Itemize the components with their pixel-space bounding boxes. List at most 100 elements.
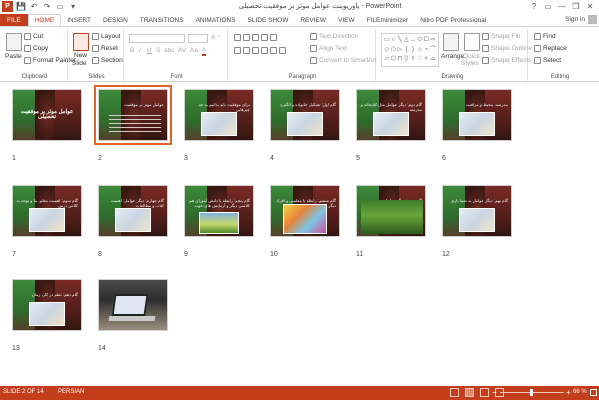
alignment-icons[interactable] — [234, 47, 286, 54]
slide-thumbnail[interactable]: گام هفتم: دیگر عوامل در مسیر موفقیت و پی… — [356, 185, 426, 237]
tab-transitions[interactable]: TRANSITIONS — [134, 14, 190, 26]
slide-thumbnail[interactable]: گام ششم: رابطه با معلمین و افراد دیگر — [270, 185, 340, 237]
tab-nitro-pdf[interactable]: Nitro PDF Professional — [414, 14, 492, 26]
shapes-gallery[interactable]: ▭ ○ ╲ △ → ⬭ ☐ ⇨ ◇ ⬠ ▷{} ☆ ◔ ⌒ ▱ ⬡ ⊓ ⬯ ⇧ ♡ ✧ ⌓ — [381, 33, 439, 67]
new-slide-label[interactable]: New — [74, 52, 87, 59]
text-direction-button[interactable]: Text Direction — [310, 33, 358, 40]
zoom-slider-handle[interactable] — [530, 389, 533, 396]
align-text-button[interactable]: Align Text — [310, 45, 347, 52]
new-slide-label-2[interactable]: Slide — [72, 60, 86, 67]
sign-in-link[interactable]: Sign in — [565, 16, 585, 23]
arrange-button[interactable]: Arrange — [441, 53, 464, 60]
tab-file[interactable]: FILE — [0, 14, 28, 26]
bold-button[interactable]: B — [130, 47, 134, 54]
redo-icon[interactable]: ↷ — [42, 1, 52, 12]
tab-design[interactable]: DESIGN — [97, 14, 134, 26]
shape-effects-button[interactable]: Shape Effects — [482, 57, 531, 64]
slide-title: مدرسه، محیط و مراقبت — [465, 102, 508, 107]
reading-view-icon[interactable] — [480, 388, 489, 397]
customize-qat-icon[interactable]: ▾ — [68, 1, 78, 12]
underline-button[interactable]: U — [147, 47, 152, 54]
quick-styles-icon[interactable] — [464, 33, 480, 51]
zoom-in-button[interactable]: + — [566, 388, 571, 397]
scissors-icon — [24, 33, 31, 40]
zoom-out-button[interactable]: − — [492, 388, 497, 397]
grow-font-icon[interactable]: A ^ — [211, 34, 220, 41]
text-shadow-button[interactable]: abc — [164, 47, 174, 54]
tab-home[interactable]: HOME — [27, 14, 62, 26]
slide-thumbnail[interactable]: گام دوم: دیگر عوامل مثل کتابخانه و مدرسه — [356, 89, 426, 141]
pen-icon — [482, 45, 489, 52]
slide-thumbnail[interactable]: گام پنجم: رابطه با دانش آموزان هم کلاسی … — [184, 185, 254, 237]
font-size-input[interactable] — [188, 34, 208, 43]
zoom-level[interactable]: 66 % — [573, 389, 587, 395]
window-title: پاورپوینت عوامل موثر بر موفقیت تحصیلی - … — [238, 3, 402, 10]
slide-sorter: عوامل موثر بر موفقیت تحصیلی 1 عوامل موثر ب… — [0, 83, 599, 386]
shape-fill-button[interactable]: Shape Fill — [482, 33, 520, 40]
tab-animations[interactable]: ANIMATIONS — [190, 14, 242, 26]
fit-to-window-icon[interactable] — [590, 389, 597, 396]
layout-button[interactable]: Layout — [92, 33, 121, 40]
change-case-button[interactable]: Aa — [190, 47, 198, 54]
slide-thumbnail[interactable]: عوامل موثر بر موفقیت تحصیلی — [12, 89, 82, 141]
format-painter-button[interactable]: Format Painter — [24, 57, 76, 64]
slide-thumbnail[interactable]: مدرسه، محیط و مراقبت — [442, 89, 512, 141]
language-indicator[interactable]: PERSIAN — [58, 389, 84, 395]
cut-button[interactable]: Cut — [24, 33, 43, 40]
slide-thumbnail[interactable]: گام نهم: دیگر عوامل به شما یاری — [442, 185, 512, 237]
replace-button[interactable]: Replace — [534, 45, 567, 52]
normal-view-icon[interactable] — [450, 388, 459, 397]
restore-button[interactable]: ❐ — [569, 0, 583, 12]
arrange-icon[interactable] — [443, 33, 459, 51]
font-group: A ^ B I U S abc AV Aa A Font — [126, 29, 228, 81]
select-button[interactable]: Select — [534, 57, 561, 64]
editing-label: Editing — [550, 74, 570, 80]
slide-thumbnail[interactable]: عوامل موثر بر موفقیت — [94, 85, 172, 145]
slide-title: برای موفقیت باید بدانیم به چه چیزهایی — [198, 102, 250, 112]
convert-smartart-button[interactable]: Convert to SmartArt — [310, 57, 376, 64]
reset-button[interactable]: Reset — [92, 45, 118, 52]
slide-sorter-view-icon[interactable] — [465, 388, 474, 397]
tab-slide-show[interactable]: SLIDE SHOW — [242, 14, 295, 26]
section-button[interactable]: Section — [92, 57, 123, 64]
tab-insert[interactable]: INSERT — [61, 14, 97, 26]
quick-access-toolbar: P 💾 ↶ ↷ ▭ ▾ — [2, 1, 78, 12]
bullets-icon[interactable] — [234, 34, 277, 41]
slide-thumbnail[interactable] — [98, 279, 168, 331]
convert-smartart-label: Convert to SmartArt — [319, 57, 377, 64]
avatar[interactable] — [588, 15, 597, 24]
character-spacing-button[interactable]: AV — [178, 47, 186, 54]
quick-styles-button[interactable]: Quick — [463, 53, 480, 60]
tab-fileminimizer[interactable]: FILEminimizer — [361, 14, 415, 26]
slide-thumbnail[interactable]: برای موفقیت باید بدانیم به چه چیزهایی — [184, 89, 254, 141]
paste-icon[interactable] — [6, 33, 22, 51]
layout-label: Layout — [101, 33, 121, 40]
minimize-button[interactable]: — — [555, 0, 569, 12]
start-slideshow-icon[interactable]: ▭ — [55, 1, 65, 12]
find-button[interactable]: Find — [534, 33, 556, 40]
slide-thumbnail[interactable]: گام سوم: اهمیت معلم، ما و توجه به کلاس د… — [12, 185, 82, 237]
strikethrough-button[interactable]: S — [156, 47, 160, 54]
slide-thumbnail[interactable]: گام اول: تشکیل خانواده و انگیزه — [270, 89, 340, 141]
font-name-input[interactable] — [129, 34, 185, 43]
align-text-icon — [310, 45, 317, 52]
quick-styles-label-2[interactable]: Styles — [461, 60, 479, 67]
ribbon-display-options-button[interactable]: ▭ — [541, 0, 555, 12]
powerpoint-logo-icon[interactable]: P — [2, 1, 13, 12]
new-slide-icon[interactable] — [73, 33, 89, 51]
tab-review[interactable]: REVIEW — [294, 14, 332, 26]
tab-view[interactable]: VIEW — [332, 14, 361, 26]
help-button[interactable]: ? — [527, 0, 541, 12]
font-color-button[interactable]: A — [202, 47, 207, 56]
paste-button[interactable]: Paste — [5, 53, 22, 60]
slide-thumbnail[interactable]: گام دهم: نظم در کار، زمان — [12, 279, 82, 331]
copy-button[interactable]: Copy — [24, 45, 48, 52]
brush-icon — [24, 57, 31, 64]
slide-count[interactable]: SLIDE 2 OF 14 — [3, 389, 44, 395]
slide-thumbnail[interactable]: گام چهارم: دیگر عوامل: اهمیت کتاب و مطال… — [98, 185, 168, 237]
save-icon[interactable]: 💾 — [16, 1, 26, 12]
undo-icon[interactable]: ↶ — [29, 1, 39, 12]
close-button[interactable]: ✕ — [583, 0, 597, 12]
shape-outline-button[interactable]: Shape Outline — [482, 45, 532, 52]
italic-button[interactable]: I — [139, 47, 141, 54]
